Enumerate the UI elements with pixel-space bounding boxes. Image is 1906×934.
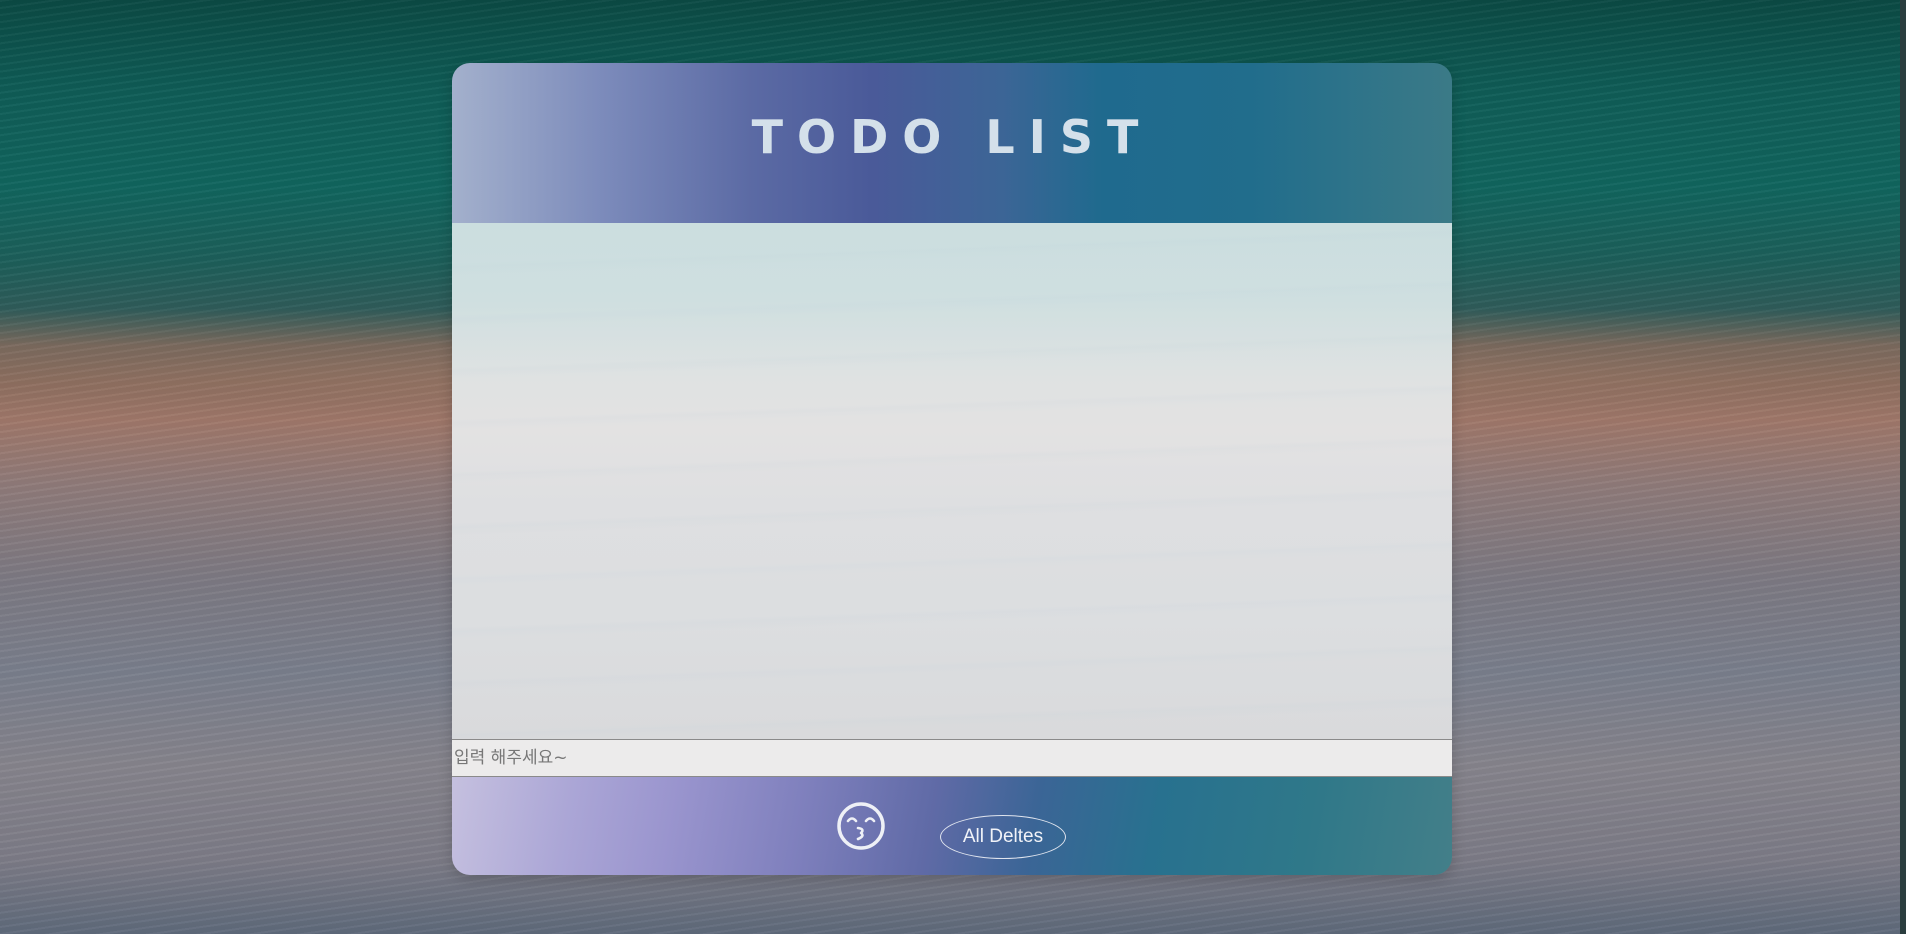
todo-input[interactable] [452, 740, 1452, 776]
todo-card: TODO LIST All Deltes [452, 63, 1452, 875]
todo-footer: All Deltes [452, 777, 1452, 875]
kissing-face-icon[interactable] [836, 801, 886, 851]
todo-list-area [452, 223, 1452, 739]
todo-header: TODO LIST [452, 63, 1452, 223]
todo-input-row [452, 739, 1452, 777]
all-deletes-button[interactable]: All Deltes [940, 815, 1066, 859]
app-title: TODO LIST [751, 110, 1153, 164]
page-scrollbar[interactable] [1900, 0, 1906, 934]
